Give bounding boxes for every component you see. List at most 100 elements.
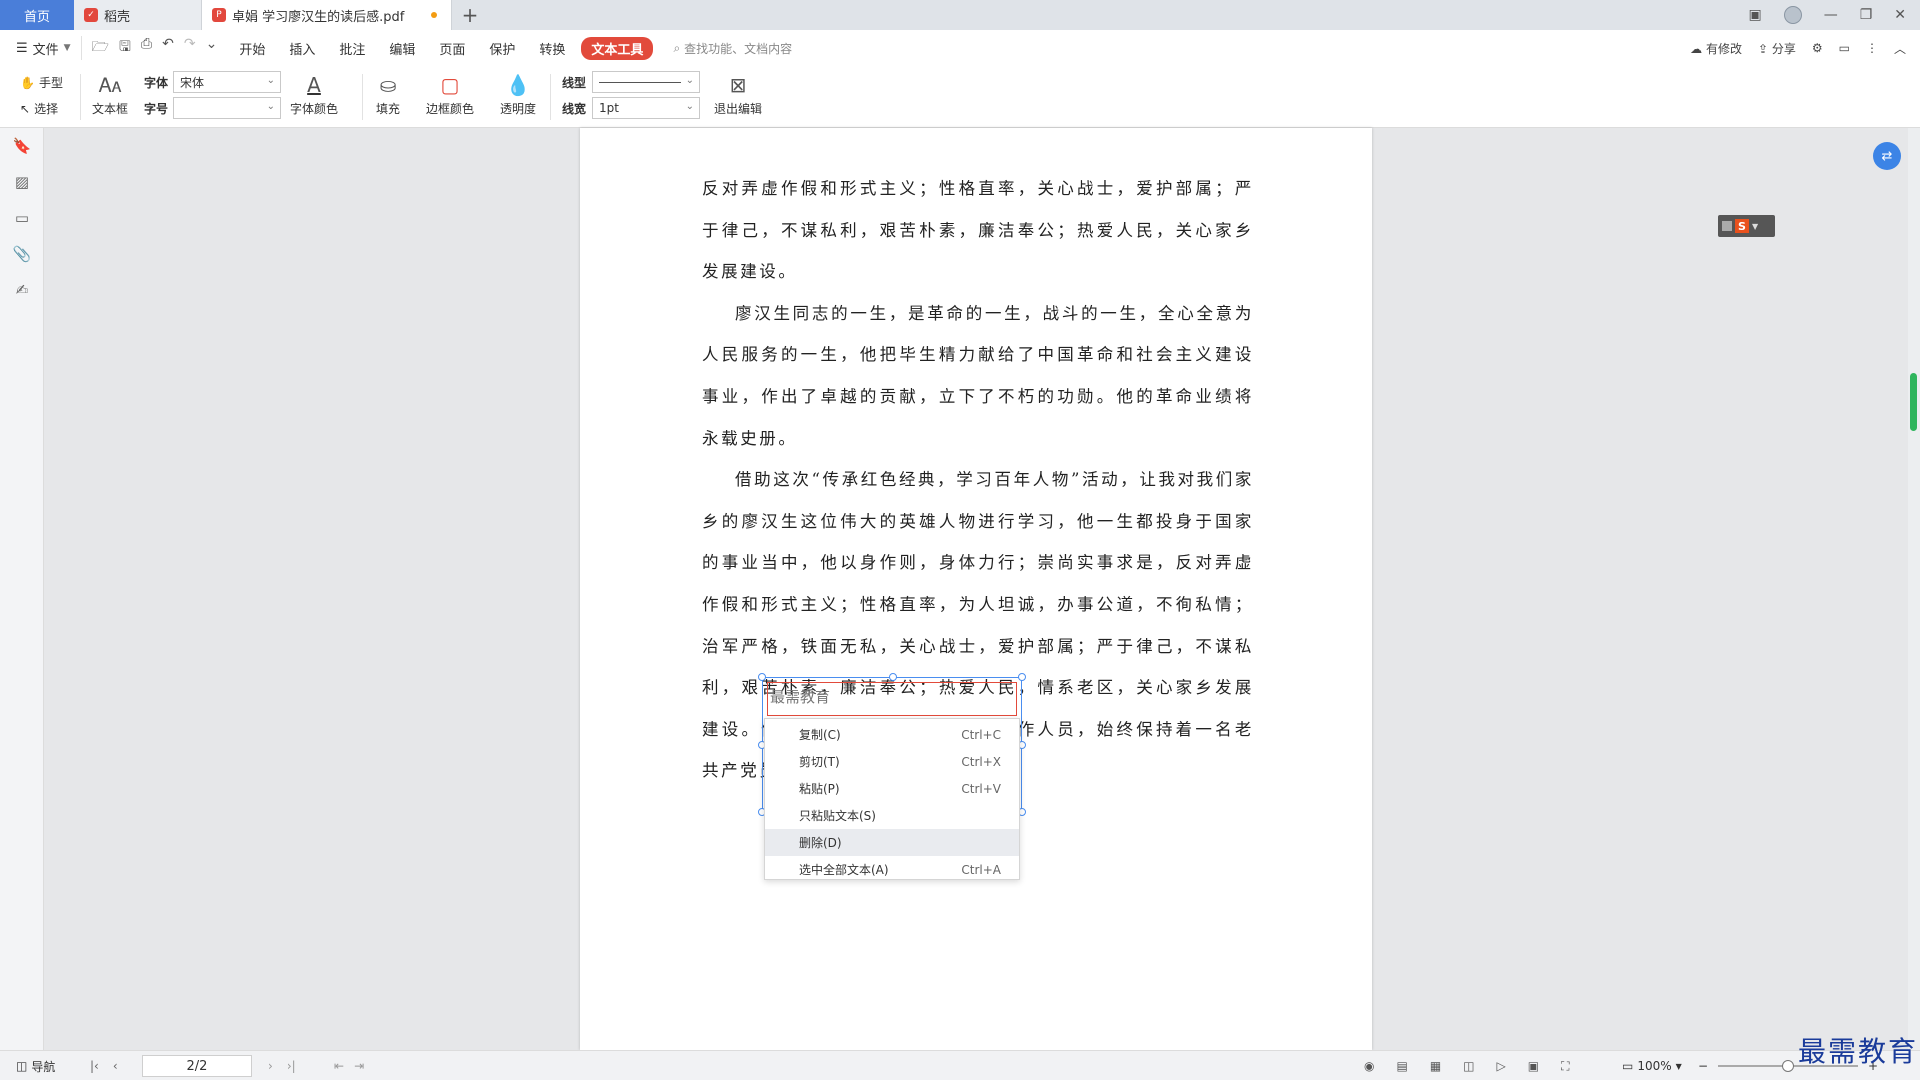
prev-page-icon[interactable]: ‹	[113, 1059, 118, 1073]
modified-button[interactable]: ☁ 有修改	[1690, 40, 1742, 57]
undo-icon[interactable]: ↶	[162, 36, 174, 60]
menu-protect[interactable]: 保护	[477, 39, 527, 58]
context-menu: 复制(C) Ctrl+C 剪切(T) Ctrl+X 粘贴(P) Ctrl+V 只…	[764, 718, 1020, 880]
window-controls: ▣ — ❐ ✕	[1748, 0, 1920, 30]
context-select-all[interactable]: 选中全部文本(A) Ctrl+A	[765, 856, 1019, 883]
back-icon[interactable]: ⇤	[334, 1059, 344, 1073]
first-page-icon[interactable]: |‹	[90, 1059, 99, 1073]
context-cut-shortcut: Ctrl+X	[961, 754, 1001, 769]
font-color-icon: A	[307, 73, 321, 97]
translate-float-icon[interactable]: ⇄	[1873, 142, 1901, 170]
chevron-down-icon: ▼	[1675, 1061, 1682, 1071]
redo-icon[interactable]: ↷	[184, 36, 196, 60]
share-button[interactable]: ⇪ 分享	[1758, 40, 1796, 57]
context-paste[interactable]: 粘贴(P) Ctrl+V	[765, 775, 1019, 802]
vertical-scrollbar[interactable]	[1908, 128, 1920, 1050]
play-icon[interactable]: ▷	[1497, 1059, 1506, 1073]
context-copy[interactable]: 复制(C) Ctrl+C	[765, 721, 1019, 748]
select-tool[interactable]: ↖ 选择	[20, 100, 58, 117]
size-select[interactable]: ⌄	[173, 97, 281, 119]
settings-icon[interactable]: ⚙	[1812, 41, 1823, 55]
print-icon[interactable]: ⎙	[141, 36, 152, 60]
divider	[362, 74, 363, 120]
border-color-icon: ▢	[440, 73, 460, 97]
textbox-content[interactable]: 最需教育	[767, 682, 1017, 716]
line-type-label: 线型	[562, 76, 587, 90]
menu-bar: ☰ 文件 ▼ 🗁 🖫 ⎙ ↶ ↷ ⌄ 开始 插入 批注 编辑 页面 保护 转换 …	[0, 30, 1920, 66]
tab-daoke[interactable]: ✓ 稻壳	[74, 0, 202, 30]
page-mode-icon[interactable]: ▣	[1748, 7, 1761, 23]
nav-panel-icon: ◫	[16, 1059, 28, 1073]
nav-button[interactable]: ◫ 导航	[16, 1051, 55, 1080]
line-type-select[interactable]: ⌄	[592, 71, 700, 93]
hand-tool[interactable]: ✋ 手型	[20, 74, 63, 91]
ime-toolbar[interactable]: S ▼	[1718, 215, 1775, 237]
avatar[interactable]	[1783, 6, 1802, 24]
chevron-down-icon: ⌄	[266, 75, 275, 86]
open-icon[interactable]: 🗁	[92, 36, 109, 60]
tab-document[interactable]: P 卓娟 学习廖汉生的读后感.pdf	[202, 0, 452, 30]
search-box[interactable]: ⌕ 查找功能、文档内容	[673, 40, 792, 57]
context-paste-text-label: 只粘贴文本(S)	[799, 809, 876, 823]
menu-start[interactable]: 开始	[227, 39, 277, 58]
menu-page[interactable]: 页面	[427, 39, 477, 58]
font-select[interactable]: 宋体 ⌄	[173, 71, 281, 93]
last-page-icon[interactable]: ›|	[287, 1059, 296, 1073]
zoom-select[interactable]: ▭ 100% ▼	[1622, 1051, 1682, 1080]
paragraph: 廖汉生同志的一生，是革命的一生，战斗的一生，全心全意为人民服务的一生，他把毕生精…	[702, 303, 1254, 448]
menu-convert[interactable]: 转换	[527, 39, 577, 58]
modified-label: 有修改	[1705, 41, 1742, 56]
context-delete[interactable]: 删除(D)	[765, 829, 1019, 856]
tab-home[interactable]: 首页	[0, 0, 74, 30]
next-page-icon[interactable]: ›	[268, 1059, 273, 1073]
scrollbar-thumb[interactable]	[1910, 373, 1917, 431]
single-page-icon[interactable]: ▤	[1396, 1059, 1407, 1073]
more-vertical-icon[interactable]: ⋮	[1866, 41, 1878, 55]
new-tab-button[interactable]: +	[452, 0, 488, 30]
actual-size-icon[interactable]: ▣	[1528, 1059, 1539, 1073]
fill-button[interactable]: ⛀ 填充	[376, 70, 400, 117]
forward-icon[interactable]: ⇥	[354, 1059, 364, 1073]
quick-access: 🗁 🖫 ⎙ ↶ ↷ ⌄	[80, 36, 228, 60]
opacity-button[interactable]: 💧 透明度	[500, 70, 536, 117]
thumbnail-icon[interactable]: ▨	[0, 164, 44, 200]
restore-icon[interactable]: ❐	[1860, 7, 1873, 23]
two-page-icon[interactable]: ◫	[1463, 1059, 1474, 1073]
comment-panel-icon[interactable]: ▭	[0, 200, 44, 236]
comment-icon[interactable]: ▭	[1839, 41, 1850, 55]
resize-handle[interactable]	[758, 673, 766, 681]
close-icon[interactable]: ✕	[1894, 7, 1906, 23]
divider	[80, 74, 81, 120]
fit-page-icon[interactable]: ⛶	[1561, 1059, 1569, 1074]
eye-protect-icon[interactable]: ◉	[1364, 1059, 1374, 1073]
border-color-button[interactable]: ▢ 边框颜色	[426, 70, 474, 117]
file-menu[interactable]: ☰ 文件 ▼	[0, 39, 81, 58]
more-icon[interactable]: ⌄	[206, 36, 218, 60]
signature-icon[interactable]: ✍	[0, 272, 44, 308]
menu-edit[interactable]: 编辑	[377, 39, 427, 58]
attachment-icon[interactable]: 📎	[0, 236, 44, 272]
font-color-button[interactable]: A 字体颜色	[290, 70, 338, 117]
menu-text-tools[interactable]: 文本工具	[581, 36, 654, 60]
page-number-input[interactable]: 2/2	[142, 1055, 252, 1077]
line-width-select[interactable]: 1pt ⌄	[592, 97, 700, 119]
menu-annotate[interactable]: 批注	[327, 39, 377, 58]
zoom-slider-knob[interactable]	[1782, 1060, 1794, 1072]
paragraph: 反对弄虚作假和形式主义；性格直率，关心战士，爱护部属；严于律己，不谋私利，艰苦朴…	[702, 179, 1254, 282]
select-tool-label: 选择	[34, 102, 59, 116]
continuous-icon[interactable]: ▦	[1430, 1059, 1441, 1073]
left-sidebar: 🔖 ▨ ▭ 📎 ✍	[0, 128, 44, 1050]
save-icon[interactable]: 🖫	[119, 36, 131, 60]
zoom-out-button[interactable]: −	[1698, 1051, 1708, 1080]
divider	[550, 74, 551, 120]
resize-handle[interactable]	[889, 673, 897, 681]
context-cut[interactable]: 剪切(T) Ctrl+X	[765, 748, 1019, 775]
minimize-icon[interactable]: —	[1824, 7, 1838, 23]
collapse-ribbon-icon[interactable]: ︿	[1894, 40, 1906, 57]
exit-edit-button[interactable]: ⊠ 退出编辑	[714, 70, 762, 117]
bookmark-icon[interactable]: 🔖	[0, 128, 44, 164]
textbox-button[interactable]: 🗛 文本框	[92, 70, 128, 117]
resize-handle[interactable]	[1018, 673, 1026, 681]
context-paste-text[interactable]: 只粘贴文本(S)	[765, 802, 1019, 829]
menu-insert[interactable]: 插入	[277, 39, 327, 58]
